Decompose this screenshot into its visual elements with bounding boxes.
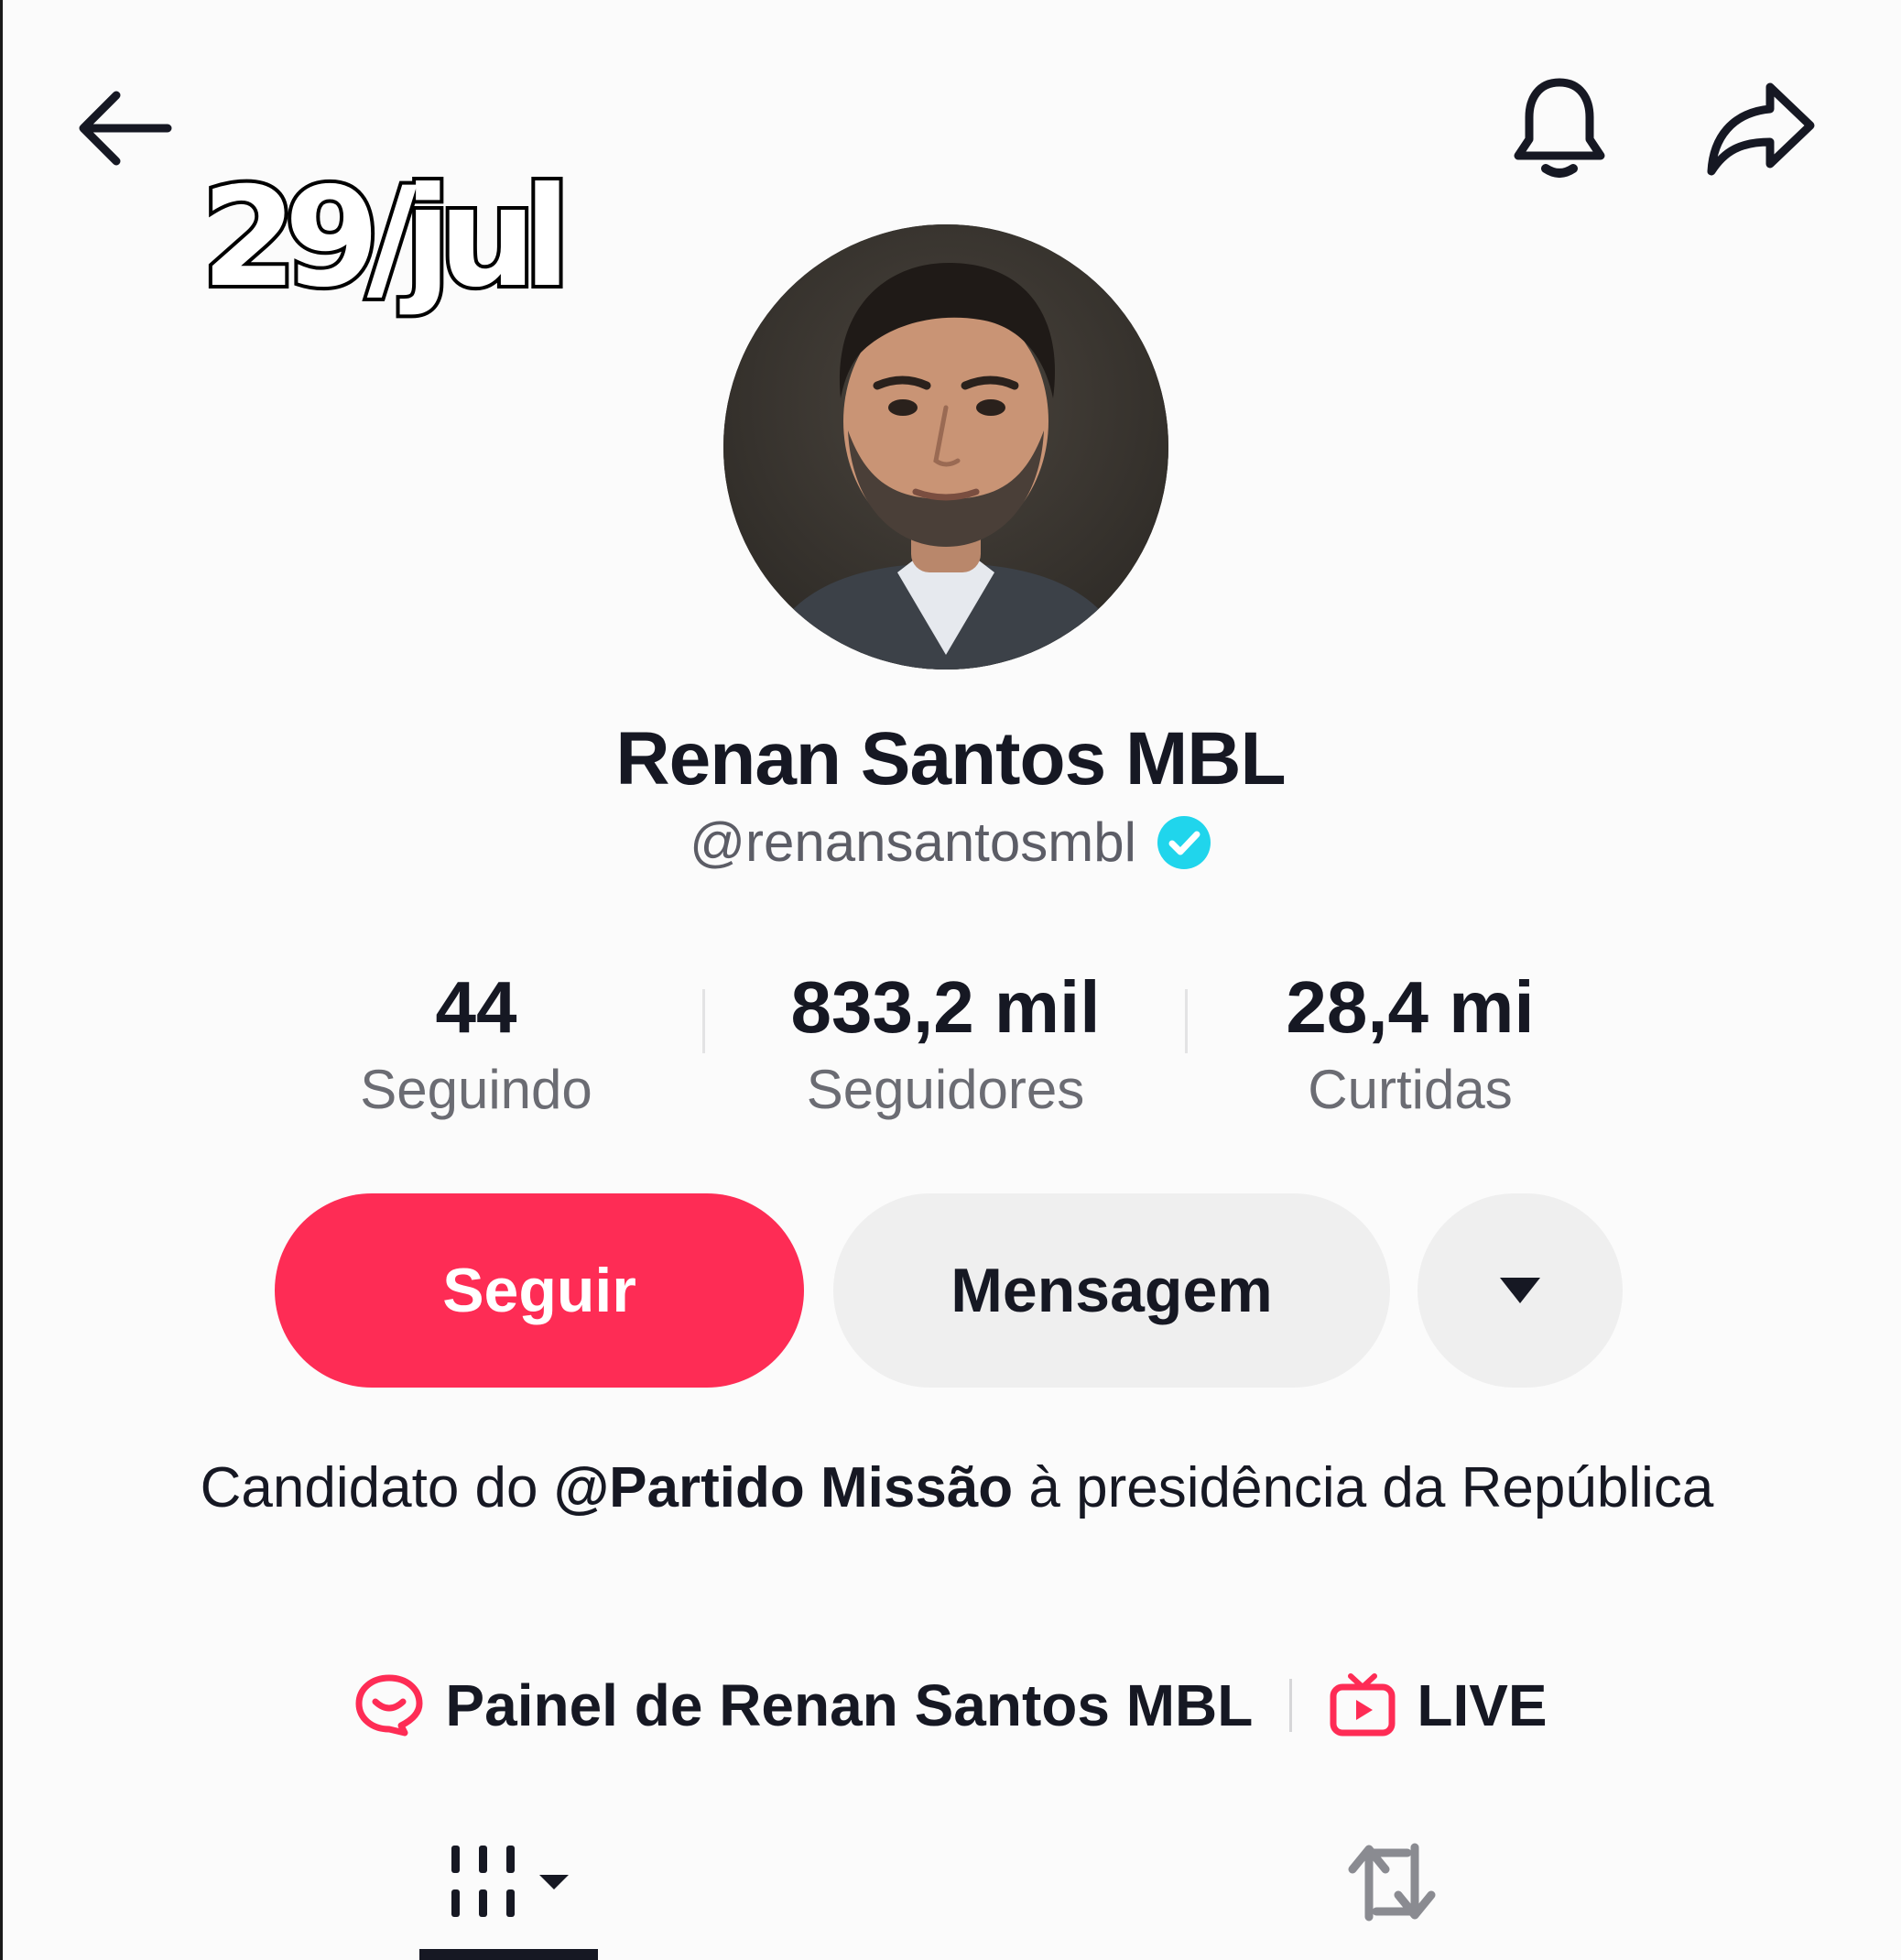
panel-link[interactable]: Painel de Renan Santos MBL — [353, 1671, 1253, 1739]
display-name: Renan Santos MBL — [615, 717, 1286, 800]
bell-icon — [1514, 78, 1604, 178]
message-button[interactable]: Mensagem — [833, 1193, 1390, 1388]
profile-page: 29/jul Renan Santos MBL @renansantosmbl … — [0, 0, 1901, 1960]
chat-bubble-icon — [355, 1674, 423, 1737]
more-options-button[interactable] — [1418, 1193, 1623, 1388]
share-button[interactable] — [1699, 69, 1822, 188]
stat-value: 44 — [435, 966, 517, 1048]
follow-button[interactable]: Seguir — [275, 1193, 804, 1388]
arrow-left-icon — [79, 91, 172, 166]
username-handle: @renansantosmbl — [690, 811, 1136, 873]
links-divider — [1289, 1679, 1293, 1732]
stat-likes[interactable]: 28,4 mi Curtidas — [1236, 962, 1584, 1127]
notification-bell-button[interactable] — [1502, 69, 1616, 188]
stat-divider — [702, 989, 705, 1053]
tab-reposts[interactable] — [1309, 1818, 1474, 1946]
stat-following[interactable]: 44 Seguindo — [311, 962, 641, 1127]
stat-label: Seguidores — [806, 1059, 1085, 1120]
window-edge — [0, 0, 3, 1960]
handle-row: @renansantosmbl — [0, 811, 1901, 874]
verified-badge-icon — [1157, 815, 1211, 869]
share-arrow-icon — [1707, 82, 1814, 176]
stat-label: Seguindo — [360, 1059, 592, 1120]
tab-videos[interactable] — [430, 1818, 595, 1946]
panel-link-label: Painel de Renan Santos MBL — [445, 1672, 1254, 1738]
profile-links-row: Painel de Renan Santos MBL LIVE — [0, 1671, 1901, 1739]
avatar[interactable] — [723, 224, 1168, 670]
live-tv-icon — [1330, 1673, 1396, 1737]
stat-value: 833,2 mil — [790, 966, 1101, 1048]
grid-icon — [451, 1846, 569, 1917]
bio-suffix: à presidência da República — [1013, 1456, 1714, 1519]
bio-mention-link[interactable]: @Partido Missão — [554, 1456, 1013, 1519]
live-link-label: LIVE — [1417, 1672, 1548, 1738]
back-button[interactable] — [64, 73, 183, 183]
bio-prefix: Candidato do — [200, 1456, 554, 1519]
profile-photo — [723, 224, 1168, 670]
bio-text: Candidato do @Partido Missão à presidênc… — [183, 1447, 1731, 1530]
caret-down-icon — [1500, 1278, 1540, 1303]
stat-followers[interactable]: 833,2 mil Seguidores — [751, 962, 1140, 1127]
stat-label: Curtidas — [1308, 1059, 1513, 1120]
live-link[interactable]: LIVE — [1329, 1671, 1548, 1739]
stat-divider — [1185, 989, 1188, 1053]
stat-value: 28,4 mi — [1286, 966, 1535, 1048]
date-overlay-text: 29/jul — [198, 158, 574, 318]
repost-icon — [1348, 1843, 1436, 1922]
active-tab-indicator — [419, 1949, 598, 1960]
